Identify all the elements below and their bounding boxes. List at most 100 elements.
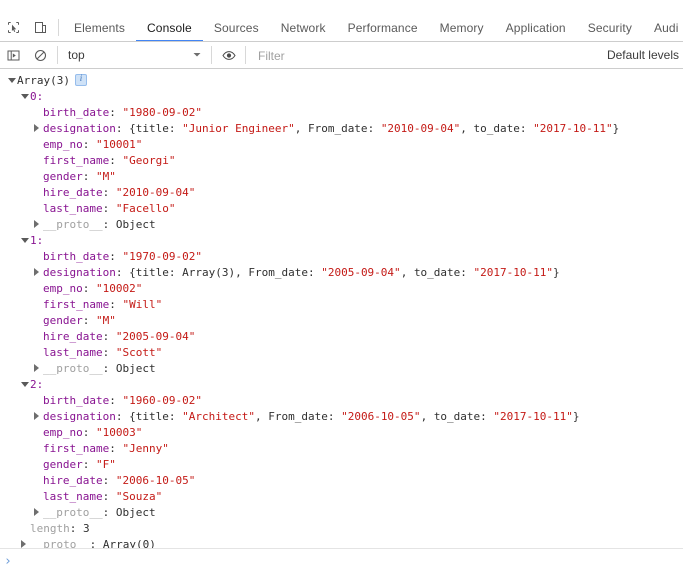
disclosure-triangle-collapsed-icon	[34, 412, 39, 420]
console-object-row[interactable]: hire_date: "2010-09-04"	[0, 185, 683, 201]
console-token: :	[82, 426, 96, 439]
filterbar-divider-2	[211, 46, 212, 64]
console-object-row[interactable]: hire_date: "2005-09-04"	[0, 329, 683, 345]
console-token: :	[89, 538, 103, 548]
disclosure-toggle[interactable]	[21, 537, 30, 548]
disclosure-toggle[interactable]	[34, 265, 43, 281]
tab-audits[interactable]: Audi	[643, 14, 683, 41]
console-object-row[interactable]: last_name: "Facello"	[0, 201, 683, 217]
disclosure-toggle[interactable]	[34, 217, 43, 233]
console-object-row[interactable]: designation: {title: "Junior Engineer", …	[0, 121, 683, 137]
console-object-row[interactable]: designation: {title: Array(3), From_date…	[0, 265, 683, 281]
console-object-row[interactable]: gender: "M"	[0, 313, 683, 329]
console-token: Array(0)	[102, 538, 156, 548]
execution-context-selector[interactable]: top	[61, 42, 208, 68]
disclosure-toggle[interactable]	[21, 233, 30, 249]
console-log-levels-selector[interactable]: Default levels	[597, 42, 683, 68]
console-filter-input[interactable]	[249, 42, 597, 68]
disclosure-toggle[interactable]	[34, 361, 43, 377]
console-object-row[interactable]: __proto__: Object	[0, 361, 683, 377]
tab-label: Memory	[439, 20, 484, 35]
console-object-row[interactable]: length: 3	[0, 521, 683, 537]
console-token: :	[102, 330, 116, 343]
log-levels-label: Default levels	[606, 48, 679, 62]
console-token: emp_no	[43, 138, 83, 151]
console-object-row[interactable]: emp_no: "10002"	[0, 281, 683, 297]
console-object-row[interactable]: 2:	[0, 377, 683, 393]
disclosure-triangle-collapsed-icon	[34, 508, 39, 516]
console-object-row[interactable]: emp_no: "10001"	[0, 137, 683, 153]
filterbar-divider-1	[57, 46, 58, 64]
console-object-row[interactable]: 1:	[0, 233, 683, 249]
console-token: "10001"	[96, 138, 143, 151]
console-object-row[interactable]: gender: "M"	[0, 169, 683, 185]
disclosure-toggle[interactable]	[21, 89, 30, 105]
console-object-row[interactable]: first_name: "Jenny"	[0, 441, 683, 457]
console-token: emp_no	[43, 282, 83, 295]
tab-elements[interactable]: Elements	[63, 14, 136, 41]
tab-performance[interactable]: Performance	[337, 14, 429, 41]
console-token: :	[102, 186, 116, 199]
console-token: last_name	[43, 490, 103, 503]
console-token: :	[109, 298, 123, 311]
console-object-row[interactable]: gender: "F"	[0, 457, 683, 473]
console-object-row[interactable]: last_name: "Scott"	[0, 345, 683, 361]
console-object-row[interactable]: __proto__: Object	[0, 505, 683, 521]
console-token: birth_date	[43, 106, 110, 119]
console-object-row[interactable]: birth_date: "1980-09-02"	[0, 105, 683, 121]
console-object-row[interactable]: __proto__: Array(0)	[0, 537, 683, 548]
console-object-row[interactable]: 0:	[0, 89, 683, 105]
console-token: "Will"	[122, 298, 163, 311]
tab-network[interactable]: Network	[270, 14, 337, 41]
console-token: :	[109, 442, 123, 455]
console-token: Array(3)	[182, 266, 236, 279]
console-token: birth_date	[43, 394, 110, 407]
console-token: : {	[115, 122, 136, 135]
info-badge-icon[interactable]	[74, 73, 87, 86]
console-object-row[interactable]: last_name: "Souza"	[0, 489, 683, 505]
tab-memory[interactable]: Memory	[429, 14, 495, 41]
disclosure-toggle[interactable]	[34, 505, 43, 521]
toggle-device-toolbar-button[interactable]	[27, 14, 54, 41]
disclosure-triangle-collapsed-icon	[34, 364, 39, 372]
console-token: : {	[115, 266, 136, 279]
console-token: :	[109, 106, 123, 119]
console-token: "10003"	[96, 426, 143, 439]
tab-label: Performance	[347, 20, 418, 35]
disclosure-toggle[interactable]	[8, 73, 17, 89]
console-token: }	[572, 410, 580, 423]
console-token: From_date	[307, 122, 368, 135]
console-object-row[interactable]: Array(3)	[0, 73, 683, 89]
console-object-row[interactable]: __proto__: Object	[0, 217, 683, 233]
console-object-row[interactable]: first_name: "Will"	[0, 297, 683, 313]
console-token: "2006-10-05"	[341, 410, 421, 423]
tab-console[interactable]: Console	[135, 14, 203, 41]
tab-application[interactable]: Application	[495, 14, 577, 41]
console-token: }	[553, 266, 560, 279]
console-token: : {	[115, 410, 136, 423]
devtools-main-tabbar: Elements Console Sources Network Perform…	[0, 14, 683, 42]
console-object-row[interactable]: first_name: "Georgi"	[0, 153, 683, 169]
inspect-element-button[interactable]	[0, 14, 27, 41]
disclosure-toggle[interactable]	[34, 409, 43, 425]
console-object-row[interactable]: emp_no: "10003"	[0, 425, 683, 441]
disclosure-toggle[interactable]	[34, 121, 43, 137]
console-token: :	[480, 410, 494, 423]
console-sidebar-toggle-button[interactable]	[0, 42, 27, 68]
console-token: "Jenny"	[122, 442, 169, 455]
console-object-row[interactable]: designation: {title: "Architect", From_d…	[0, 409, 683, 425]
tab-security[interactable]: Security	[577, 14, 643, 41]
console-token: "2005-09-04"	[321, 266, 401, 279]
console-prompt-row[interactable]: ›	[0, 548, 683, 575]
console-message-list[interactable]: Array(3)0:birth_date: "1980-09-02"design…	[0, 69, 683, 548]
console-token: :	[168, 266, 183, 279]
disclosure-toggle[interactable]	[21, 377, 30, 393]
console-token: :	[109, 154, 123, 167]
clear-console-button[interactable]	[27, 42, 54, 68]
console-prompt-input[interactable]	[11, 548, 683, 575]
console-object-row[interactable]: hire_date: "2006-10-05"	[0, 473, 683, 489]
tab-sources[interactable]: Sources	[203, 14, 270, 41]
console-object-row[interactable]: birth_date: "1970-09-02"	[0, 249, 683, 265]
create-live-expression-button[interactable]	[215, 42, 242, 68]
console-object-row[interactable]: birth_date: "1960-09-02"	[0, 393, 683, 409]
